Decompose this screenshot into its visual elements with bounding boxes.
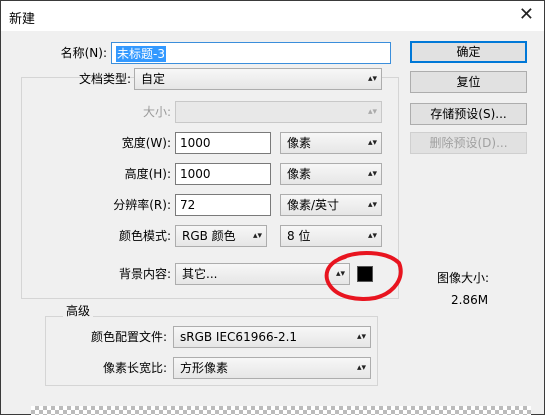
spinner-arrows-icon: ▴▾ — [367, 231, 377, 241]
color-mode-select[interactable]: RGB 颜色 ▴▾ — [175, 225, 267, 247]
preset-label: 文档类型: — [78, 72, 131, 86]
spinner-arrows-icon: ▴▾ — [335, 269, 345, 279]
bit-depth-select[interactable]: 8 位 ▴▾ — [280, 225, 382, 247]
name-input-value: 未标题-3 — [116, 46, 166, 62]
resolution-unit-value: 像素/英寸 — [287, 198, 340, 212]
preset-select-value: 自定 — [141, 72, 166, 86]
color-profile-value: sRGB IEC61966-2.1 — [180, 330, 298, 344]
width-label: 宽度(W): — [121, 136, 171, 150]
spinner-arrows-icon: ▴▾ — [356, 363, 366, 373]
height-input[interactable] — [175, 163, 271, 185]
spinner-arrows-icon: ▴▾ — [252, 231, 262, 241]
resolution-unit-select[interactable]: 像素/英寸 ▴▾ — [280, 194, 382, 216]
size-label: 大小: — [142, 105, 171, 119]
background-color-swatch[interactable] — [357, 266, 373, 282]
background-select-value: 其它... — [182, 267, 218, 281]
pixel-aspect-select[interactable]: 方形像素 ▴▾ — [173, 357, 371, 379]
spinner-arrows-icon: ▴▾ — [367, 200, 377, 210]
resolution-label: 分辨率(R): — [113, 198, 171, 212]
delete-preset-button: 删除预设(D)... — [410, 132, 527, 154]
preset-select[interactable]: 自定 ▴▾ — [134, 68, 382, 90]
spinner-arrows-icon: ▴▾ — [367, 138, 377, 148]
spinner-arrows-icon: ▴▾ — [367, 107, 377, 117]
height-unit-value: 像素 — [287, 167, 312, 181]
height-unit-select[interactable]: 像素 ▴▾ — [280, 163, 382, 185]
title-bar: 新建 ✕ — [1, 1, 544, 31]
bit-depth-value: 8 位 — [287, 229, 311, 243]
name-input[interactable]: 未标题-3 — [111, 42, 391, 64]
width-input[interactable] — [175, 132, 271, 154]
image-size-value: 2.86M — [451, 293, 489, 307]
canvas-transparency-strip — [31, 406, 531, 415]
ok-button[interactable]: 确定 — [410, 41, 527, 63]
name-label: 名称(N): — [60, 46, 107, 60]
dialog-title: 新建 — [9, 12, 36, 27]
width-unit-select[interactable]: 像素 ▴▾ — [280, 132, 382, 154]
width-unit-value: 像素 — [287, 136, 312, 150]
close-icon[interactable]: ✕ — [519, 5, 534, 25]
color-mode-value: RGB 颜色 — [182, 229, 236, 243]
pixel-aspect-value: 方形像素 — [180, 361, 229, 375]
reset-button[interactable]: 复位 — [410, 71, 527, 93]
background-label: 背景内容: — [118, 267, 171, 281]
pixel-aspect-label: 像素长宽比: — [102, 361, 167, 375]
spinner-arrows-icon: ▴▾ — [367, 74, 377, 84]
color-mode-label: 颜色模式: — [118, 229, 171, 243]
spinner-arrows-icon: ▴▾ — [356, 332, 366, 342]
color-profile-select[interactable]: sRGB IEC61966-2.1 ▴▾ — [173, 326, 371, 348]
image-size-label: 图像大小: — [437, 271, 490, 285]
advanced-title: 高级 — [63, 304, 94, 318]
resolution-input[interactable] — [175, 194, 271, 216]
color-profile-label: 颜色配置文件: — [90, 330, 167, 344]
height-label: 高度(H): — [124, 167, 171, 181]
background-select[interactable]: 其它... ▴▾ — [175, 263, 350, 285]
spinner-arrows-icon: ▴▾ — [367, 169, 377, 179]
size-select: ▴▾ — [175, 101, 382, 123]
save-preset-button[interactable]: 存储预设(S)... — [410, 103, 527, 125]
new-document-dialog: 新建 ✕ 名称(N): 未标题-3 文档类型: 自定 ▴▾ 大小: ▴▾ 宽度(… — [0, 0, 545, 415]
